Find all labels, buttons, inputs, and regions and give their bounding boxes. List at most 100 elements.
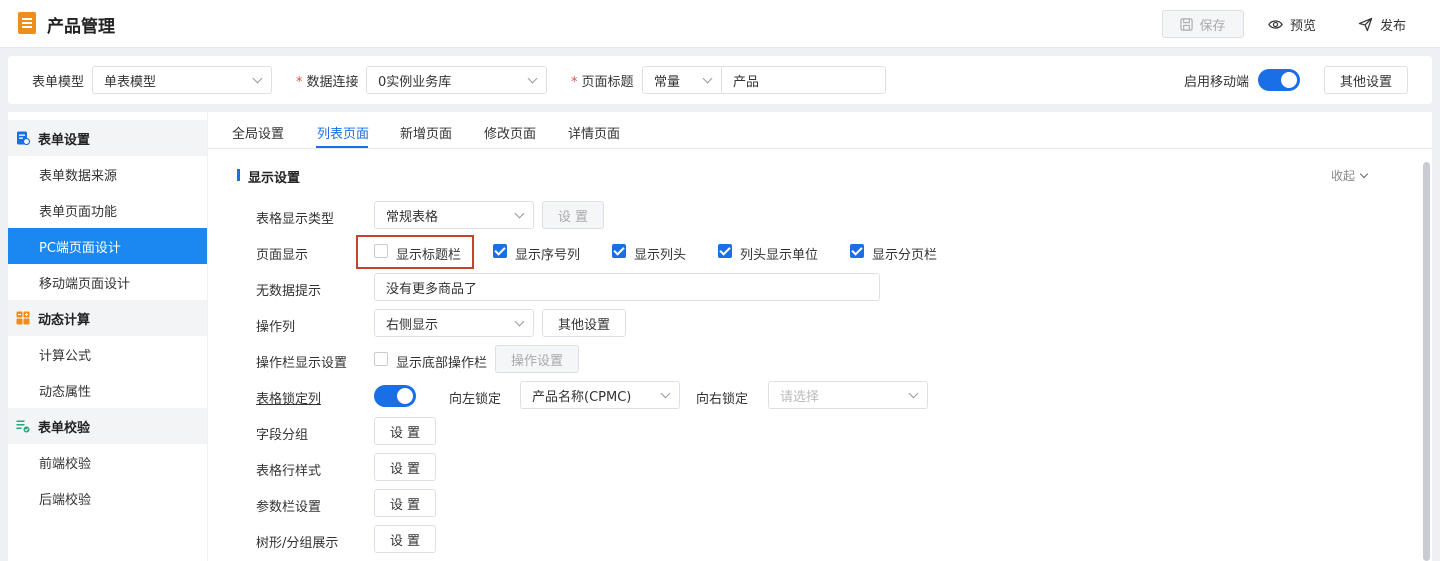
mobile-toggle[interactable]	[1258, 69, 1300, 91]
op-col-label: 操作列	[256, 320, 296, 335]
collapse-toggle[interactable]: 收起	[1331, 167, 1369, 184]
publish-button[interactable]: 发布	[1358, 15, 1406, 34]
show-title-checkbox[interactable]	[374, 244, 388, 258]
op-col-settings-button[interactable]: 其他设置	[542, 309, 626, 337]
page-title: 产品管理	[47, 17, 115, 37]
checklist-icon	[16, 420, 30, 433]
op-col-select[interactable]: 右侧显示	[374, 309, 534, 337]
page-title-type-value: 常量	[654, 74, 681, 90]
eye-icon	[1268, 20, 1283, 29]
chevron-down-icon	[908, 388, 919, 399]
save-button[interactable]: 保存	[1162, 10, 1244, 38]
chevron-down-icon	[660, 388, 671, 399]
sidebar-item-page-function[interactable]: 表单页面功能	[8, 192, 207, 228]
data-conn-label-text: 数据连接	[306, 75, 359, 90]
show-header-checkbox[interactable]	[612, 244, 626, 258]
param-bar-settings-button[interactable]: 设 置	[374, 489, 436, 517]
op-bar-checkbox[interactable]	[374, 352, 388, 366]
page-title-label: * 页面标题	[571, 71, 634, 90]
required-mark: *	[296, 75, 303, 90]
page-title-input-value: 产品	[733, 74, 760, 90]
tab-edit-page[interactable]: 修改页面	[484, 123, 536, 142]
lock-right-label: 向右锁定	[696, 392, 749, 407]
table-type-value: 常规表格	[386, 209, 439, 225]
page-display-label: 页面显示	[256, 248, 309, 263]
document-icon	[18, 12, 36, 34]
sidebar-item-backend-validation[interactable]: 后端校验	[8, 480, 207, 516]
sidebar-item-data-source[interactable]: 表单数据来源	[8, 156, 207, 192]
tab-detail-page[interactable]: 详情页面	[568, 123, 620, 142]
form-settings-icon	[17, 131, 30, 145]
section-bar	[237, 169, 240, 181]
table-type-settings-button[interactable]: 设 置	[542, 201, 604, 229]
sidebar-group-label: 动态计算	[38, 312, 91, 328]
tab-add-page[interactable]: 新增页面	[400, 123, 452, 142]
row-style-label: 表格行样式	[256, 464, 322, 479]
page-title-type-select[interactable]: 常量	[642, 66, 722, 94]
op-bar-check-label: 显示底部操作栏	[396, 356, 488, 371]
field-group-label: 字段分组	[256, 428, 309, 443]
row-style-settings-button[interactable]: 设 置	[374, 453, 436, 481]
send-icon	[1358, 17, 1373, 32]
chevron-down-icon	[514, 208, 525, 219]
app-header: 产品管理 保存 预览 发布	[0, 0, 1440, 48]
table-type-select[interactable]: 常规表格	[374, 201, 534, 229]
form-model-value: 单表模型	[104, 74, 157, 90]
tree-group-settings-button[interactable]: 设 置	[374, 525, 436, 553]
show-header-label: 显示列头	[634, 248, 687, 263]
form-model-select[interactable]: 单表模型	[92, 66, 272, 94]
form-model-label: 表单模型	[32, 75, 85, 90]
sidebar-group-dynamic-calc[interactable]: 动态计算	[8, 300, 207, 336]
sidebar-item-dynamic-attr[interactable]: 动态属性	[8, 372, 207, 408]
sidebar-item-pc-design[interactable]: PC端页面设计	[8, 228, 207, 264]
lock-right-select[interactable]: 请选择	[768, 381, 928, 409]
page-title-input[interactable]: 产品	[721, 66, 886, 94]
show-unit-label: 列头显示单位	[740, 248, 819, 263]
chevron-down-icon	[702, 73, 713, 84]
lock-col-toggle[interactable]	[374, 385, 416, 407]
mobile-label: 启用移动端	[1184, 75, 1250, 90]
sidebar-item-frontend-validation[interactable]: 前端校验	[8, 444, 207, 480]
page-tabs: 全局设置 列表页面 新增页面 修改页面 详情页面	[208, 112, 1432, 149]
other-settings-button[interactable]: 其他设置	[1324, 66, 1408, 94]
calculator-icon	[16, 311, 30, 325]
chevron-down-icon	[527, 73, 538, 84]
preview-button[interactable]: 预览	[1268, 15, 1316, 34]
sidebar-group-validation[interactable]: 表单校验	[8, 408, 207, 444]
save-icon	[1180, 17, 1194, 31]
param-bar-label: 参数栏设置	[256, 500, 322, 515]
sidebar-group-form-settings[interactable]: 表单设置	[8, 120, 207, 156]
table-type-label: 表格显示类型	[256, 212, 335, 227]
lock-right-placeholder: 请选择	[780, 389, 820, 405]
field-group-settings-button[interactable]: 设 置	[374, 417, 436, 445]
show-index-checkbox[interactable]	[493, 244, 507, 258]
tree-group-label: 树形/分组展示	[256, 536, 339, 551]
sidebar: 表单设置 表单数据来源 表单页面功能 PC端页面设计 移动端页面设计 动态计算 …	[8, 112, 207, 561]
form-toolbar: 表单模型 单表模型 * 数据连接 0实例业务库 * 页面标题 常量 产品 启用移动端…	[8, 56, 1432, 104]
sidebar-group-label: 表单设置	[38, 132, 91, 148]
sidebar-group-label: 表单校验	[38, 420, 91, 436]
no-data-label: 无数据提示	[256, 284, 322, 299]
op-bar-label: 操作栏显示设置	[256, 356, 348, 371]
sidebar-item-formula[interactable]: 计算公式	[8, 336, 207, 372]
tab-list-page[interactable]: 列表页面	[317, 123, 369, 142]
lock-col-label: 表格锁定列	[256, 392, 322, 407]
page-title-label-text: 页面标题	[581, 75, 634, 90]
show-pagination-checkbox[interactable]	[850, 244, 864, 258]
preview-label: 预览	[1290, 19, 1317, 34]
data-conn-label: * 数据连接	[296, 71, 359, 90]
save-label: 保存	[1199, 18, 1226, 34]
data-conn-select[interactable]: 0实例业务库	[366, 66, 547, 94]
lock-left-label: 向左锁定	[449, 392, 502, 407]
show-unit-checkbox[interactable]	[718, 244, 732, 258]
required-mark: *	[571, 75, 578, 90]
no-data-value: 没有更多商品了	[386, 281, 478, 297]
scrollbar[interactable]	[1423, 162, 1430, 561]
chevron-down-icon	[514, 316, 525, 327]
no-data-input[interactable]: 没有更多商品了	[374, 273, 880, 301]
tab-global-settings[interactable]: 全局设置	[232, 123, 284, 142]
lock-left-select[interactable]: 产品名称(CPMC)	[520, 381, 680, 409]
collapse-label: 收起	[1331, 169, 1356, 183]
sidebar-item-mobile-design[interactable]: 移动端页面设计	[8, 264, 207, 300]
op-bar-settings-button[interactable]: 操作设置	[495, 345, 579, 373]
